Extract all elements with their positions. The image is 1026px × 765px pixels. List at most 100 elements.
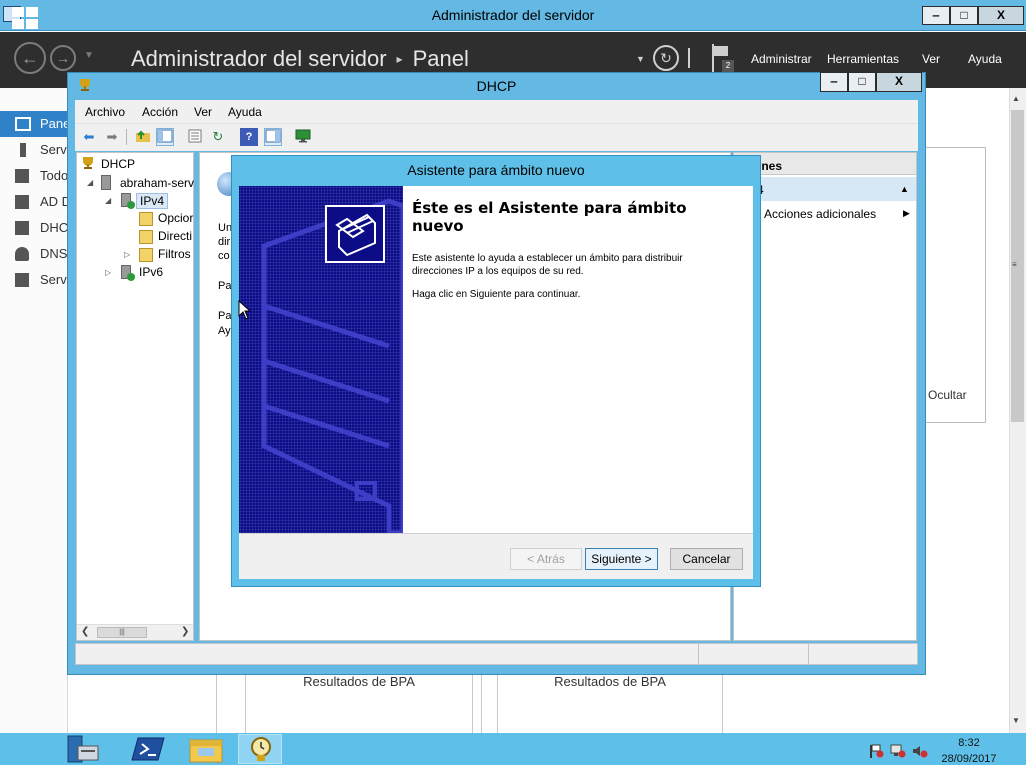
menu-archivo[interactable]: Archivo — [85, 105, 125, 119]
breadcrumb-dropdown-icon[interactable]: ▼ — [636, 54, 645, 64]
clock-time[interactable]: 8:32 — [940, 737, 998, 749]
back-arrow-icon[interactable]: ⬅ — [80, 128, 98, 146]
volume-icon[interactable] — [912, 744, 928, 758]
sidebar-item-label: Panel — [40, 116, 68, 131]
tree-item-filtros[interactable]: Filtros — [158, 247, 191, 261]
export-list-icon[interactable] — [186, 128, 204, 146]
sidebar-item-ad-ds[interactable]: AD D — [0, 189, 68, 215]
mmc-status-bar — [75, 643, 918, 665]
dhcp-maximize-button[interactable]: □ — [848, 72, 876, 92]
tree-item-ipv6[interactable]: IPv6 — [139, 265, 163, 279]
menu-accion[interactable]: Acción — [142, 105, 178, 119]
wizard-description: Este asistente lo ayuda a establecer un … — [412, 253, 683, 277]
sidebar-item-todos-servidores[interactable]: Todo — [0, 163, 68, 189]
monitor-icon[interactable] — [294, 128, 312, 146]
scroll-up-icon[interactable]: ▲ — [1012, 94, 1020, 103]
menu-administrar[interactable]: Administrar — [751, 52, 812, 66]
clock-date[interactable]: 28/09/2017 — [940, 753, 998, 765]
close-button[interactable]: X — [978, 6, 1024, 25]
server-manager-titlebar[interactable]: Administrador del servidor — [0, 0, 1026, 31]
wizard-body — [403, 186, 753, 533]
scrollbar-thumb[interactable]: ||| — [97, 627, 147, 638]
sidebar-item-label: AD D — [40, 194, 68, 209]
network-icon[interactable] — [890, 744, 906, 758]
collapse-icon[interactable]: ◢ — [105, 196, 111, 205]
scroll-left-icon[interactable]: ❮ — [81, 626, 89, 637]
sidebar-item-servidor-local[interactable]: Serv — [0, 137, 68, 163]
dhcp-minimize-button[interactable]: ‒ — [820, 72, 848, 92]
dhcp-titlebar[interactable]: DHCP — [67, 72, 926, 98]
menu-herramientas[interactable]: Herramientas — [827, 52, 899, 66]
up-folder-icon[interactable] — [134, 128, 152, 146]
wizard-title[interactable]: Asistente para ámbito nuevo — [231, 162, 761, 178]
breadcrumb: Administrador del servidor ▸ Panel — [131, 46, 469, 72]
expand-icon[interactable]: ▷ — [105, 268, 111, 277]
next-button[interactable]: Siguiente > — [585, 548, 658, 570]
dhcp-window-title: DHCP — [476, 78, 517, 94]
bpa-results-label: Resultados de BPA — [303, 674, 415, 689]
scroll-down-icon[interactable]: ▼ — [1012, 716, 1020, 725]
content-text-line: co — [218, 250, 230, 262]
tree-item-ipv4[interactable]: IPv4 — [136, 193, 169, 209]
back-button[interactable]: < Atrás — [510, 548, 582, 570]
minimize-button[interactable]: ‒ — [922, 6, 950, 25]
sidebar-item-servicios-archivos[interactable]: Serv — [0, 267, 68, 293]
bpa-results-tile[interactable]: Resultados de BPA — [497, 673, 723, 733]
dhcp-close-button[interactable]: X — [876, 72, 922, 92]
dhcp-icon — [15, 221, 29, 235]
scroll-right-icon[interactable]: ❯ — [181, 626, 189, 637]
ocultar-link[interactable]: Ocultar — [928, 388, 967, 402]
taskbar-server-manager-icon[interactable] — [60, 734, 104, 764]
menu-ver-mmc[interactable]: Ver — [194, 105, 212, 119]
tree-item-opciones[interactable]: Opcior — [158, 211, 193, 225]
refresh-icon[interactable]: ↻ — [209, 128, 227, 146]
server-options-icon — [139, 212, 153, 226]
content-text-line: Un — [218, 222, 233, 234]
collapse-icon[interactable]: ◢ — [87, 178, 93, 187]
mouse-cursor-icon — [238, 299, 252, 323]
dashboard-welcome-tile — [926, 147, 986, 423]
console-tree[interactable] — [76, 152, 194, 641]
tree-item-dhcp[interactable]: DHCP — [101, 157, 135, 171]
start-windows-icon[interactable] — [12, 7, 38, 29]
menu-ver[interactable]: Ver — [922, 52, 940, 66]
sidebar-item-label: Todo — [40, 168, 68, 183]
file-services-icon — [15, 273, 29, 287]
sidebar-item-dns[interactable]: DNS — [0, 241, 68, 267]
history-dropdown-icon[interactable]: ▼ — [84, 50, 94, 61]
bpa-results-tile[interactable]: Resultados de BPA — [245, 673, 473, 733]
show-hide-tree-icon[interactable] — [156, 128, 174, 146]
dhcp-trophy-icon — [81, 156, 95, 170]
action-more-actions[interactable]: Acciones adicionales — [764, 207, 876, 221]
taskbar-dhcp-icon[interactable] — [238, 734, 282, 764]
notification-badge: 2 — [722, 60, 734, 72]
policies-icon — [139, 230, 153, 244]
cancel-button[interactable]: Cancelar — [670, 548, 743, 570]
action-center-flag-icon[interactable] — [868, 744, 884, 758]
breadcrumb-page: Panel — [412, 46, 469, 71]
sidebar-item-label: DHC — [40, 220, 68, 235]
tree-horizontal-scrollbar[interactable]: ❮ ||| ❯ — [77, 624, 193, 640]
status-divider — [808, 644, 809, 664]
dashboard-icon — [15, 117, 31, 131]
status-ok-icon — [127, 273, 135, 281]
action-pane-icon[interactable] — [264, 128, 282, 146]
tree-item-server[interactable]: abraham-serv — [120, 176, 194, 190]
back-arrow-icon[interactable]: ← — [14, 42, 46, 74]
server-icon — [20, 143, 26, 157]
sidebar-item-panel[interactable]: Panel — [0, 111, 68, 137]
forward-arrow-icon[interactable]: ➡ — [103, 128, 121, 146]
notifications-flag-icon[interactable]: 2 — [710, 44, 734, 74]
sidebar-item-dhcp[interactable]: DHC — [0, 215, 68, 241]
taskbar-powershell-icon[interactable] — [128, 734, 172, 764]
forward-arrow-icon[interactable]: → — [50, 45, 76, 71]
help-icon[interactable]: ? — [240, 128, 258, 146]
menu-ayuda-mmc[interactable]: Ayuda — [228, 105, 262, 119]
collapse-up-icon[interactable]: ▲ — [900, 184, 909, 194]
expand-icon[interactable]: ▷ — [124, 250, 130, 259]
taskbar-file-explorer-icon[interactable] — [184, 734, 228, 764]
maximize-button[interactable]: □ — [950, 6, 978, 25]
refresh-icon[interactable]: ↻ — [653, 45, 679, 71]
tree-item-directivas[interactable]: Directi — [158, 229, 192, 243]
menu-ayuda[interactable]: Ayuda — [968, 52, 1002, 66]
